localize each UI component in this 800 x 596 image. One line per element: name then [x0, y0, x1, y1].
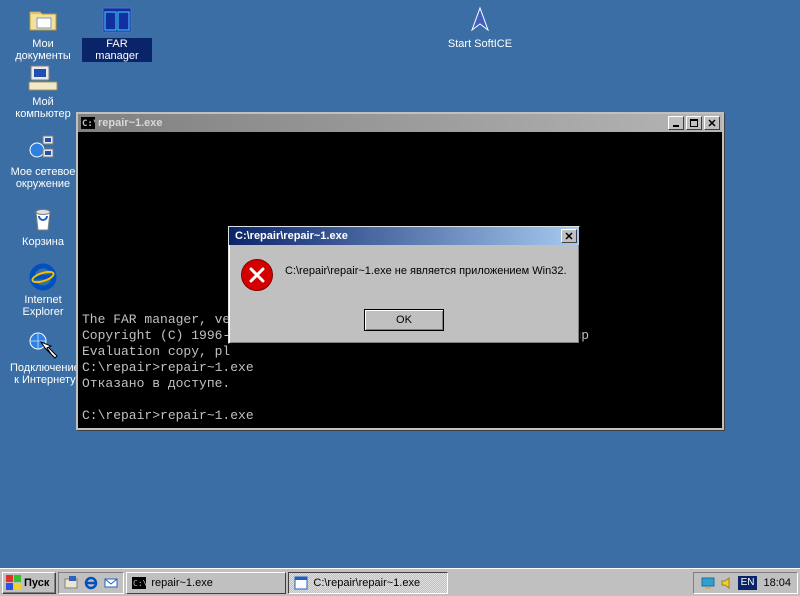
icon-label: Мой компьютер	[8, 96, 78, 120]
console-icon: C:\	[131, 575, 147, 591]
ql-outlook-icon[interactable]	[103, 575, 119, 591]
desktop-icon-far-manager[interactable]: FAR manager	[82, 4, 152, 62]
task-buttons: C:\ repair~1.exe C:\repair\repair~1.exe	[124, 572, 692, 594]
folder-documents-icon	[27, 4, 59, 36]
minimize-button[interactable]	[668, 116, 684, 130]
far-manager-icon	[101, 4, 133, 36]
taskbar-item-dialog[interactable]: C:\repair\repair~1.exe	[288, 572, 448, 594]
taskbar-item-console[interactable]: C:\ repair~1.exe	[126, 572, 286, 594]
icon-label: Мои документы	[8, 38, 78, 62]
ok-button[interactable]: OK	[364, 309, 444, 331]
tray-volume-icon[interactable]	[719, 575, 735, 591]
desktop-icon-recycle-bin[interactable]: Корзина	[8, 202, 78, 248]
desktop-icon-network[interactable]: Мое сетевое окружение	[8, 132, 78, 190]
console-titlebar[interactable]: C:\ repair~1.exe	[78, 114, 722, 132]
internet-connection-icon	[27, 328, 59, 360]
desktop-icon-internet-connection[interactable]: Подключение к Интернету	[8, 328, 78, 386]
icon-label: Корзина	[20, 236, 66, 248]
icon-label: Start SoftICE	[446, 38, 514, 50]
start-button[interactable]: Пуск	[2, 572, 56, 594]
softice-icon	[464, 4, 496, 36]
internet-explorer-icon	[27, 260, 59, 292]
icon-label: Мое сетевое окружение	[8, 166, 78, 190]
start-label: Пуск	[24, 577, 49, 589]
svg-text:C:\: C:\	[82, 119, 95, 129]
ql-ie-icon[interactable]	[83, 575, 99, 591]
tray-display-icon[interactable]	[700, 575, 716, 591]
svg-text:C:\: C:\	[133, 579, 146, 588]
taskbar-item-label: C:\repair\repair~1.exe	[313, 577, 420, 589]
dialog-title: C:\repair\repair~1.exe	[231, 230, 559, 242]
desktop-icon-my-documents[interactable]: Мои документы	[8, 4, 78, 62]
dialog-titlebar[interactable]: C:\repair\repair~1.exe	[229, 227, 579, 245]
maximize-button[interactable]	[686, 116, 702, 130]
icon-label: Подключение к Интернету	[8, 362, 82, 386]
desktop-icon-my-computer[interactable]: Мой компьютер	[8, 62, 78, 120]
error-icon	[241, 259, 273, 291]
language-indicator[interactable]: EN	[738, 576, 758, 590]
system-tray: EN 18:04	[693, 572, 798, 594]
console-icon: C:\	[80, 115, 96, 131]
my-computer-icon	[27, 62, 59, 94]
icon-label: Internet Explorer	[8, 294, 78, 318]
dialog-message: C:\repair\repair~1.exe не является прило…	[273, 259, 567, 277]
icon-label: FAR manager	[82, 38, 152, 62]
app-icon	[293, 575, 309, 591]
error-dialog[interactable]: C:\repair\repair~1.exe C:\repair\repair~…	[228, 226, 580, 344]
quick-launch	[58, 572, 124, 594]
clock[interactable]: 18:04	[763, 577, 791, 589]
close-button[interactable]	[704, 116, 720, 130]
dialog-close-button[interactable]	[561, 229, 577, 243]
desktop-icon-ie[interactable]: Internet Explorer	[8, 260, 78, 318]
console-title: repair~1.exe	[98, 117, 666, 129]
taskbar: Пуск C:\ repair~1.exe C:\repair\repair~1…	[0, 568, 800, 596]
windows-logo-icon	[5, 575, 21, 591]
ql-show-desktop-icon[interactable]	[63, 575, 79, 591]
recycle-bin-icon	[27, 202, 59, 234]
desktop-icon-softice[interactable]: Start SoftICE	[445, 4, 515, 50]
network-icon	[27, 132, 59, 164]
taskbar-item-label: repair~1.exe	[151, 577, 212, 589]
